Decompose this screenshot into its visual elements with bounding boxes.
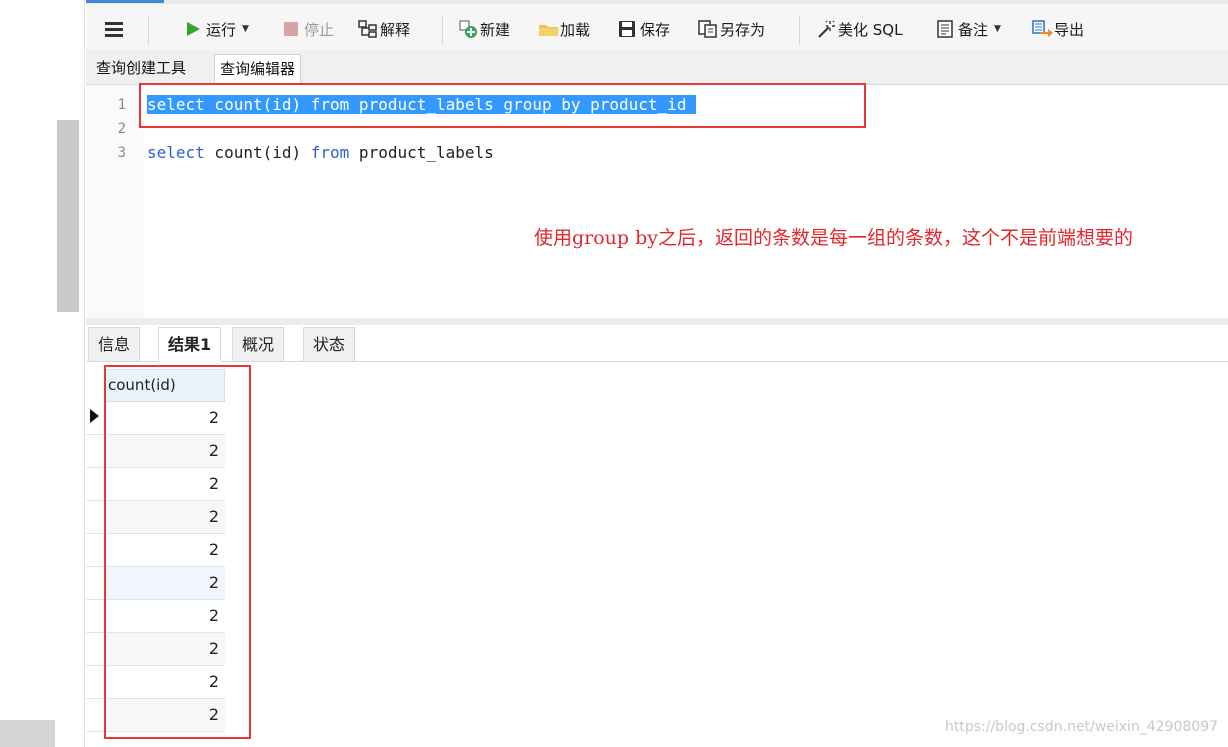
tab-query-editor[interactable]: 查询编辑器 — [214, 54, 302, 84]
save-as-button[interactable]: 另存为 — [698, 18, 765, 40]
watermark: https://blog.csdn.net/weixin_42908097 — [945, 719, 1219, 735]
toolbar: 运行 ▼ 停止 解释 新建 加载 保存 另存为 美化 SQL 备注 ▼ 导出 — [86, 4, 1228, 50]
new-query-icon — [458, 20, 477, 38]
row-header[interactable] — [86, 633, 104, 666]
note-document-icon — [936, 20, 954, 38]
export-label: 导出 — [1054, 20, 1085, 39]
save-icon — [618, 20, 636, 38]
tab-query-builder[interactable]: 查询创建工具 — [91, 54, 191, 83]
stop-icon — [282, 20, 300, 38]
sql-highlight-box — [139, 83, 866, 128]
export-button[interactable]: 导出 — [1032, 18, 1084, 40]
keyword-from: from — [310, 143, 350, 162]
panel-divider — [84, 0, 85, 747]
magic-wand-icon — [816, 20, 835, 38]
sql-line-3[interactable]: select count(id) from product_labels — [147, 143, 494, 162]
row-header[interactable] — [86, 468, 104, 501]
left-gutter — [0, 0, 80, 747]
result-highlight-box — [104, 365, 251, 739]
function-call: count(id) — [204, 143, 311, 162]
line-number: 3 — [117, 145, 126, 161]
explain-button[interactable]: 解释 — [358, 18, 410, 40]
pane-splitter[interactable] — [86, 318, 1228, 325]
annotation-note: 使用group by之后，返回的条数是每一组的条数，这个不是前端想要的 — [534, 227, 1134, 249]
keyword-select: select — [147, 143, 205, 162]
row-header[interactable] — [86, 666, 104, 699]
play-icon — [184, 20, 202, 38]
load-label: 加载 — [560, 20, 591, 39]
run-button[interactable]: 运行 ▼ — [184, 18, 249, 40]
run-dropdown-icon[interactable]: ▼ — [242, 24, 249, 34]
toolbar-separator — [799, 16, 800, 44]
tab-result-1[interactable]: 结果1 — [158, 327, 222, 362]
line-number: 1 — [117, 97, 126, 113]
export-icon — [1032, 20, 1053, 38]
beautify-sql-label: 美化 SQL — [838, 20, 903, 39]
row-header[interactable] — [86, 534, 104, 567]
tab-overview[interactable]: 概况 — [232, 327, 285, 362]
row-header[interactable] — [86, 567, 104, 600]
save-label: 保存 — [640, 20, 671, 39]
menu-button[interactable] — [104, 18, 123, 40]
toolbar-separator — [442, 16, 443, 44]
beautify-sql-button[interactable]: 美化 SQL — [816, 18, 902, 40]
table-name: product_labels — [349, 143, 494, 162]
folder-icon — [538, 20, 559, 38]
hamburger-menu-icon — [104, 20, 123, 38]
tab-info[interactable]: 信息 — [88, 327, 141, 362]
row-header[interactable] — [86, 435, 104, 468]
save-as-icon — [698, 20, 717, 38]
save-button[interactable]: 保存 — [618, 18, 670, 40]
note-label: 备注 — [958, 20, 989, 39]
editor-tab-bar: 查询创建工具 查询编辑器 — [86, 50, 1228, 85]
row-header[interactable] — [86, 699, 104, 732]
note-button[interactable]: 备注 ▼ — [936, 18, 1001, 40]
stop-label: 停止 — [304, 20, 335, 39]
row-header[interactable] — [86, 600, 104, 633]
save-as-label: 另存为 — [720, 20, 766, 39]
active-window-tab-indicator — [86, 0, 164, 3]
left-panel-scrollbar[interactable] — [57, 120, 79, 312]
line-number-gutter — [86, 85, 144, 318]
tab-status[interactable]: 状态 — [303, 327, 356, 362]
result-tab-bar: 信息 结果1 概况 状态 — [86, 325, 1228, 362]
toolbar-separator — [148, 16, 149, 44]
load-button[interactable]: 加载 — [538, 18, 590, 40]
row-header[interactable] — [86, 501, 104, 534]
current-row-arrow-icon — [90, 409, 99, 423]
run-label: 运行 — [206, 20, 237, 39]
line-number: 2 — [117, 121, 126, 137]
note-dropdown-icon[interactable]: ▼ — [994, 24, 1001, 34]
new-label: 新建 — [480, 20, 511, 39]
new-button[interactable]: 新建 — [458, 18, 510, 40]
explain-icon — [358, 20, 377, 38]
left-panel-footer — [0, 720, 55, 747]
explain-label: 解释 — [380, 20, 411, 39]
stop-button[interactable]: 停止 — [282, 18, 334, 40]
